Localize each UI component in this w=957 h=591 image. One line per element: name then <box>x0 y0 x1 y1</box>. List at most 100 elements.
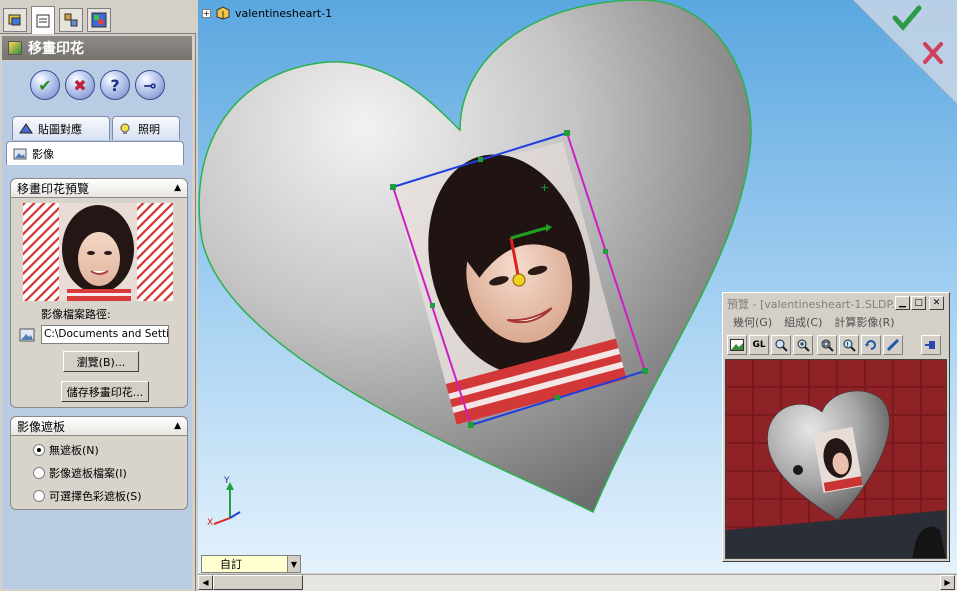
view-triad <box>213 482 241 525</box>
property-manager-header: 移畫印花 <box>2 36 192 60</box>
rotate-button[interactable] <box>861 335 881 355</box>
menu-render[interactable]: 計算影像(R) <box>834 314 894 330</box>
save-decal-button[interactable]: 儲存移畫印花... <box>61 381 149 402</box>
preview-menu-bar: 幾何(G) 組成(C) 計算影像(R) <box>725 313 947 331</box>
horizontal-scrollbar[interactable]: ◀ ▶ <box>198 574 957 591</box>
configuration-combo[interactable]: 自訂 ▼ <box>201 555 301 573</box>
minimize-button[interactable]: ▁ <box>895 296 910 310</box>
pin-button[interactable]: ⊸ <box>135 70 165 100</box>
collapse-icon: ▲ <box>174 421 181 431</box>
tab-lighting[interactable]: 照明 <box>112 116 180 140</box>
browse-button[interactable]: 瀏覽(B)... <box>63 351 139 372</box>
lightbulb-icon <box>120 123 130 134</box>
help-button[interactable]: ? <box>100 70 130 100</box>
zoom-button[interactable] <box>771 335 791 355</box>
confirmation-corner <box>853 0 957 104</box>
image-button[interactable] <box>727 335 747 355</box>
mapping-icon <box>19 122 33 133</box>
tab-image-label: 影像 <box>32 147 54 161</box>
question-icon: ? <box>110 75 120 95</box>
close-icon: ✖ <box>73 75 87 95</box>
menu-geometry[interactable]: 幾何(G) <box>733 314 772 330</box>
image-mask-header[interactable]: 影像遮板 ▲ <box>11 417 187 436</box>
radio-button[interactable] <box>33 467 45 479</box>
preview-render-canvas[interactable] <box>725 359 947 559</box>
pan-icon <box>886 338 900 352</box>
ok-button[interactable]: ✔ <box>30 70 60 100</box>
tab-lighting-label: 照明 <box>138 122 160 136</box>
zoom-in-icon <box>797 339 810 352</box>
close-button[interactable]: ✕ <box>929 296 944 310</box>
decal-preview-title: 移畫印花預覽 <box>17 181 90 196</box>
collapse-icon: ▲ <box>174 183 181 193</box>
minimize-icon: ▁ <box>899 298 906 308</box>
preview-window[interactable]: 預覽 - [valentinesheart-1.SLDP... ▁ □ ✕ 幾何… <box>722 292 950 562</box>
property-manager-body: ✔ ✖ ? ⊸ 貼圖對應 照明 影像 移畫印花預覽 ▲ 影像檔案路徑: C:\D… <box>2 61 192 589</box>
property-manager-panel: 移畫印花 ✔ ✖ ? ⊸ 貼圖對應 照明 影像 移畫印花預覽 ▲ 影像檔案路徑:… <box>0 0 196 591</box>
check-icon: ✔ <box>38 75 52 95</box>
expand-icon[interactable]: + <box>202 8 211 18</box>
configuration-manager-tab[interactable] <box>59 8 83 32</box>
chevron-down-icon[interactable]: ▼ <box>287 556 300 572</box>
rendered-preview <box>726 360 946 558</box>
rotate-icon <box>865 340 876 350</box>
svg-text:!: ! <box>846 341 849 349</box>
decal-icon <box>8 41 22 55</box>
mask-option-label: 無遮板(N) <box>49 444 99 457</box>
display-manager-icon <box>91 12 107 28</box>
pushpin-icon: ⊸ <box>143 75 157 95</box>
radio-button[interactable] <box>33 490 45 502</box>
image-icon <box>730 339 744 351</box>
pin-icon <box>925 341 935 349</box>
zoom-window-button[interactable]: ! <box>839 335 859 355</box>
image-mask-group: 影像遮板 ▲ 無遮板(N) 影像遮板檔案(I) 可選擇色彩遮板(S) <box>10 416 188 510</box>
property-manager-tab[interactable] <box>31 6 55 34</box>
preview-title: 預覽 - [valentinesheart-1.SLDP... <box>727 297 895 311</box>
feature-manager-tab[interactable] <box>3 8 27 32</box>
tab-image[interactable]: 影像 <box>6 141 184 165</box>
part-icon <box>216 6 230 20</box>
tree-node-label: valentinesheart-1 <box>235 6 333 20</box>
image-path-input[interactable]: C:\Documents and Settin <box>41 325 169 344</box>
zoom-fit-button[interactable] <box>817 335 837 355</box>
close-icon: ✕ <box>932 298 941 308</box>
plus-marker: + <box>540 181 549 194</box>
radio-button[interactable] <box>33 444 45 456</box>
tree-node[interactable]: + valentinesheart-1 <box>202 6 332 20</box>
pin-button[interactable] <box>921 335 941 355</box>
mask-option-file[interactable]: 影像遮板檔案(I) <box>33 465 127 481</box>
manipulator-origin[interactable] <box>512 273 526 287</box>
menu-components[interactable]: 組成(C) <box>784 314 822 330</box>
image-file-icon <box>19 328 35 342</box>
preview-title-bar[interactable]: 預覽 - [valentinesheart-1.SLDP... ▁ □ ✕ <box>725 295 947 312</box>
scroll-left-button[interactable]: ◀ <box>198 575 213 590</box>
zoom-in-button[interactable] <box>793 335 813 355</box>
maximize-button[interactable]: □ <box>911 296 926 310</box>
zoom-fit-icon <box>821 339 834 352</box>
gl-icon: GL <box>752 340 766 350</box>
manager-tabs <box>0 0 196 34</box>
zoom-icon <box>775 339 788 352</box>
pan-button[interactable] <box>883 335 903 355</box>
tab-mapping[interactable]: 貼圖對應 <box>12 116 110 140</box>
mask-option-none[interactable]: 無遮板(N) <box>33 442 99 458</box>
mask-option-color[interactable]: 可選擇色彩遮板(S) <box>33 488 142 504</box>
mask-option-label: 可選擇色彩遮板(S) <box>49 490 142 503</box>
gl-button[interactable]: GL <box>749 335 769 355</box>
configuration-value: 自訂 <box>220 558 242 571</box>
image-icon <box>13 148 27 159</box>
tab-mapping-label: 貼圖對應 <box>38 122 82 136</box>
cancel-button[interactable]: ✖ <box>65 70 95 100</box>
triad-x-label: X <box>207 518 214 528</box>
display-manager-tab[interactable] <box>87 8 111 32</box>
preview-toolbar: GL ! <box>725 333 947 357</box>
page-title: 移畫印花 <box>28 41 84 57</box>
zoom-window-icon: ! <box>843 339 856 352</box>
scroll-right-button[interactable]: ▶ <box>940 575 955 590</box>
decal-preview-header[interactable]: 移畫印花預覽 ▲ <box>11 179 187 198</box>
property-manager-icon <box>36 14 50 27</box>
scroll-thumb[interactable] <box>213 575 303 590</box>
image-mask-title: 影像遮板 <box>17 419 66 434</box>
maximize-icon: □ <box>914 298 923 308</box>
decal-preview-group: 移畫印花預覽 ▲ 影像檔案路徑: C:\Documents and Settin… <box>10 178 188 408</box>
